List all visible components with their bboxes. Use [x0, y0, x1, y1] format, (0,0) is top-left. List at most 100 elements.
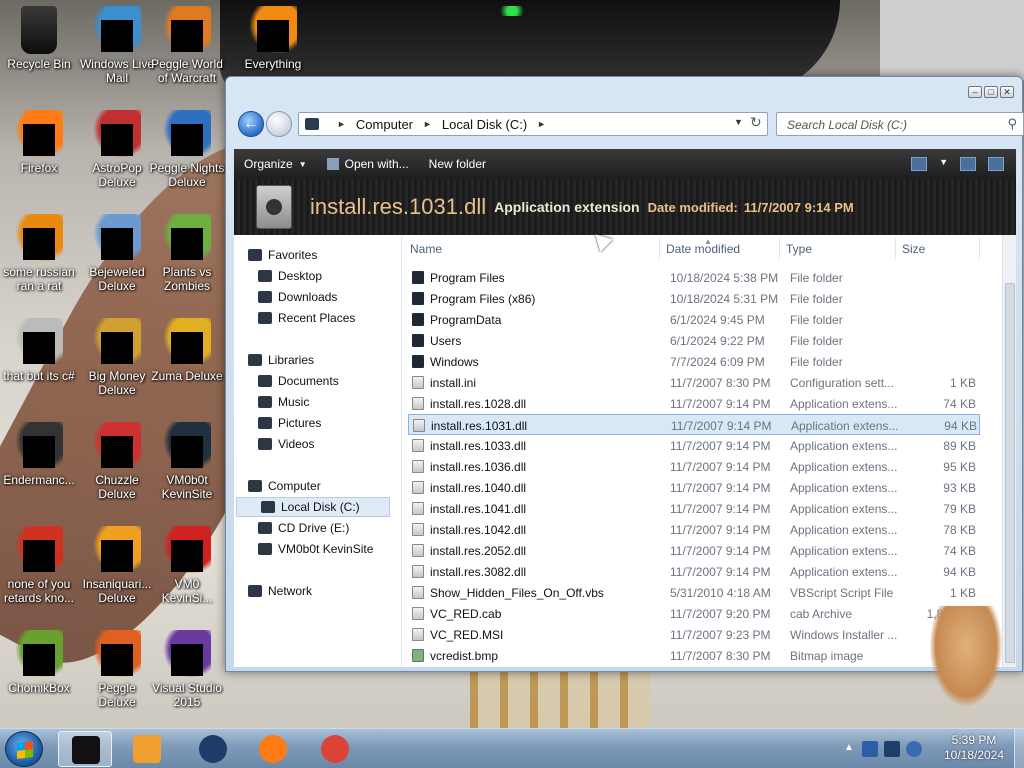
refresh-icon[interactable]: ↻	[750, 114, 762, 131]
star-icon	[248, 249, 262, 261]
organize-button[interactable]: Organize ▼	[234, 157, 317, 171]
tray-app-icon[interactable]	[862, 741, 878, 757]
desktop-shortcut[interactable]: none of you retards kno...	[0, 526, 78, 605]
nav-item[interactable]: Videos	[258, 434, 314, 454]
file-row[interactable]: VC_RED.cab11/7/2007 9:20 PMcab Archive1,…	[408, 603, 980, 624]
redaction-box	[23, 332, 55, 364]
view-dropdown-icon[interactable]: ▼	[939, 157, 948, 171]
desktop-shortcut[interactable]: Peggle Deluxe	[78, 630, 156, 709]
file-row[interactable]: install.res.2052.dll 11/7/2007 9:14 PM App…	[408, 540, 980, 561]
hamster-desktop-pet[interactable]	[930, 606, 1002, 706]
desktop-shortcut[interactable]: Windows Live Mail	[78, 6, 156, 85]
nav-item[interactable]: Music	[258, 392, 309, 412]
file-row[interactable]: install.res.1036.dll 11/7/2007 9:14 PM App…	[408, 456, 980, 477]
file-row[interactable]: install.res.1028.dll 11/7/2007 9:14 PM App…	[408, 393, 980, 414]
desktop-shortcut[interactable]: Recycle Bin	[0, 6, 78, 71]
file-row[interactable]: VC_RED.MSI 11/7/2007 9:23 PM Windows Insta…	[408, 624, 980, 645]
file-row[interactable]: install.res.3082.dll 11/7/2007 9:14 PM App…	[408, 561, 980, 582]
column-header-size[interactable]: Size	[896, 238, 980, 260]
maximize-button[interactable]: □	[984, 86, 998, 98]
breadcrumb-separator[interactable]: ►	[537, 119, 546, 129]
file-row[interactable]: Program Files (x86) 10/18/2024 5:31 PM Fil…	[408, 288, 980, 309]
address-dropdown-icon[interactable]: ▼	[734, 117, 743, 127]
column-header-type[interactable]: Type	[780, 238, 896, 260]
preview-pane-icon[interactable]	[960, 157, 976, 171]
file-row[interactable]: Windows 7/7/2024 6:09 PM File folder	[408, 351, 980, 372]
file-row[interactable]: install.res.1031.dll 11/7/2007 9:14 PM App…	[408, 414, 980, 435]
desktop-shortcut[interactable]: Plants vs Zombies	[148, 214, 226, 293]
nav-item[interactable]: Downloads	[258, 287, 337, 307]
desktop-shortcut[interactable]: ChomikBox	[0, 630, 78, 695]
nav-item[interactable]: Desktop	[258, 266, 322, 286]
change-view-icon[interactable]	[911, 157, 928, 171]
desktop-shortcut[interactable]: Big Money Deluxe	[78, 318, 156, 397]
breadcrumb-separator[interactable]: ►	[423, 119, 432, 129]
taskbar-app-button[interactable]	[308, 731, 362, 767]
file-row[interactable]: Show_Hidden_Files_On_Off.vbs 5/31/2010 4:…	[408, 582, 980, 603]
desktop-shortcut[interactable]: Bejeweled Deluxe	[78, 214, 156, 293]
scrollbar-thumb[interactable]	[1005, 283, 1015, 663]
nav-item[interactable]: Libraries	[248, 350, 314, 370]
nav-item[interactable]: Pictures	[258, 413, 321, 433]
desktop-shortcut[interactable]: AstroPop Deluxe	[78, 110, 156, 189]
file-row[interactable]: install.res.1033.dll 11/7/2007 9:14 PM App…	[408, 435, 980, 456]
vertical-scrollbar[interactable]	[1002, 235, 1016, 667]
start-button[interactable]	[5, 731, 43, 767]
desktop-shortcut[interactable]: Peggle Nights Deluxe	[148, 110, 226, 189]
taskbar-app-button[interactable]	[120, 731, 174, 767]
desktop-shortcut[interactable]: Firefox	[0, 110, 78, 175]
desktop-shortcut[interactable]: some russian ran a rat	[0, 214, 78, 293]
back-button[interactable]: ←	[238, 111, 264, 137]
open-with-button[interactable]: Open with...	[317, 157, 419, 171]
taskbar-app-button[interactable]	[186, 731, 240, 767]
breadcrumb-computer[interactable]: Computer	[356, 117, 413, 132]
nav-item[interactable]: Recent Places	[258, 308, 355, 328]
desktop-shortcut[interactable]: Endermanc...	[0, 422, 78, 487]
desktop-shortcut[interactable]: Everything	[234, 6, 312, 71]
volume-icon[interactable]	[906, 741, 922, 757]
file-row[interactable]: install.ini 11/7/2007 8:30 PM Configuratio…	[408, 372, 980, 393]
taskbar-app-button[interactable]	[58, 731, 112, 767]
file-row[interactable]: ProgramData 6/1/2024 9:45 PM File folder	[408, 309, 980, 330]
show-desktop-button[interactable]	[1014, 729, 1024, 768]
file-row[interactable]: Program Files 10/18/2024 5:38 PM File fold…	[408, 267, 980, 288]
forward-button[interactable]	[266, 111, 292, 137]
desktop-shortcut[interactable]: Chuzzle Deluxe	[78, 422, 156, 501]
desktop-shortcut[interactable]: that but its c#	[0, 318, 78, 383]
help-icon[interactable]	[988, 157, 1004, 171]
desktop-shortcut[interactable]: Insaniquari... Deluxe	[78, 526, 156, 605]
search-input[interactable]: Search Local Disk (C:) ⚲	[776, 112, 1024, 136]
file-row[interactable]: vcredist.bmp 11/7/2007 8:30 PM Bitmap imag…	[408, 645, 980, 666]
network-icon	[248, 585, 262, 597]
column-header-name[interactable]: Name	[404, 238, 660, 260]
file-row[interactable]: install.res.1040.dll 11/7/2007 9:14 PM App…	[408, 477, 980, 498]
address-bar[interactable]: ► Computer ► Local Disk (C:) ►	[298, 112, 768, 136]
nav-item[interactable]: Favorites	[248, 245, 317, 265]
file-row[interactable]: Users 6/1/2024 9:22 PM File folder	[408, 330, 980, 351]
close-button[interactable]: ✕	[1000, 86, 1014, 98]
nav-item[interactable]: Computer	[248, 476, 321, 496]
nav-item[interactable]: VM0b0t KevinSite	[258, 539, 373, 559]
nav-item[interactable]: Local Disk (C:)	[236, 497, 390, 517]
breadcrumb-local-disk[interactable]: Local Disk (C:)	[442, 117, 527, 132]
clock[interactable]: 5:39 PM 10/18/2024	[936, 733, 1012, 763]
minimize-button[interactable]: –	[968, 86, 982, 98]
file-row[interactable]: install.res.1041.dll 11/7/2007 9:14 PM App…	[408, 498, 980, 519]
desktop-shortcut[interactable]: VM0b0t KevinSite	[148, 422, 226, 501]
nav-item[interactable]: Documents	[258, 371, 339, 391]
desktop-shortcut[interactable]: Peggle World of Warcraft	[148, 6, 226, 85]
nav-item[interactable]: Network	[248, 581, 312, 601]
show-hidden-icons-icon[interactable]: ▲	[844, 742, 854, 753]
file-row[interactable]: install.res.1042.dll 11/7/2007 9:14 PM App…	[408, 519, 980, 540]
column-header-date[interactable]: Date modified	[660, 238, 780, 260]
chevron-down-icon: ▼	[298, 159, 307, 169]
network-status-icon[interactable]	[884, 741, 900, 757]
desktop-shortcut[interactable]: Visual Studio 2015	[148, 630, 226, 709]
breadcrumb-separator[interactable]: ►	[337, 119, 346, 129]
nav-item[interactable]: CD Drive (E:)	[258, 518, 349, 538]
desktop-shortcut[interactable]: VM0 KevinSi...	[148, 526, 226, 605]
taskbar-app-button[interactable]	[246, 731, 300, 767]
search-icon[interactable]: ⚲	[1007, 116, 1017, 132]
new-folder-button[interactable]: New folder	[419, 157, 496, 171]
desktop-shortcut[interactable]: Zuma Deluxe	[148, 318, 226, 383]
